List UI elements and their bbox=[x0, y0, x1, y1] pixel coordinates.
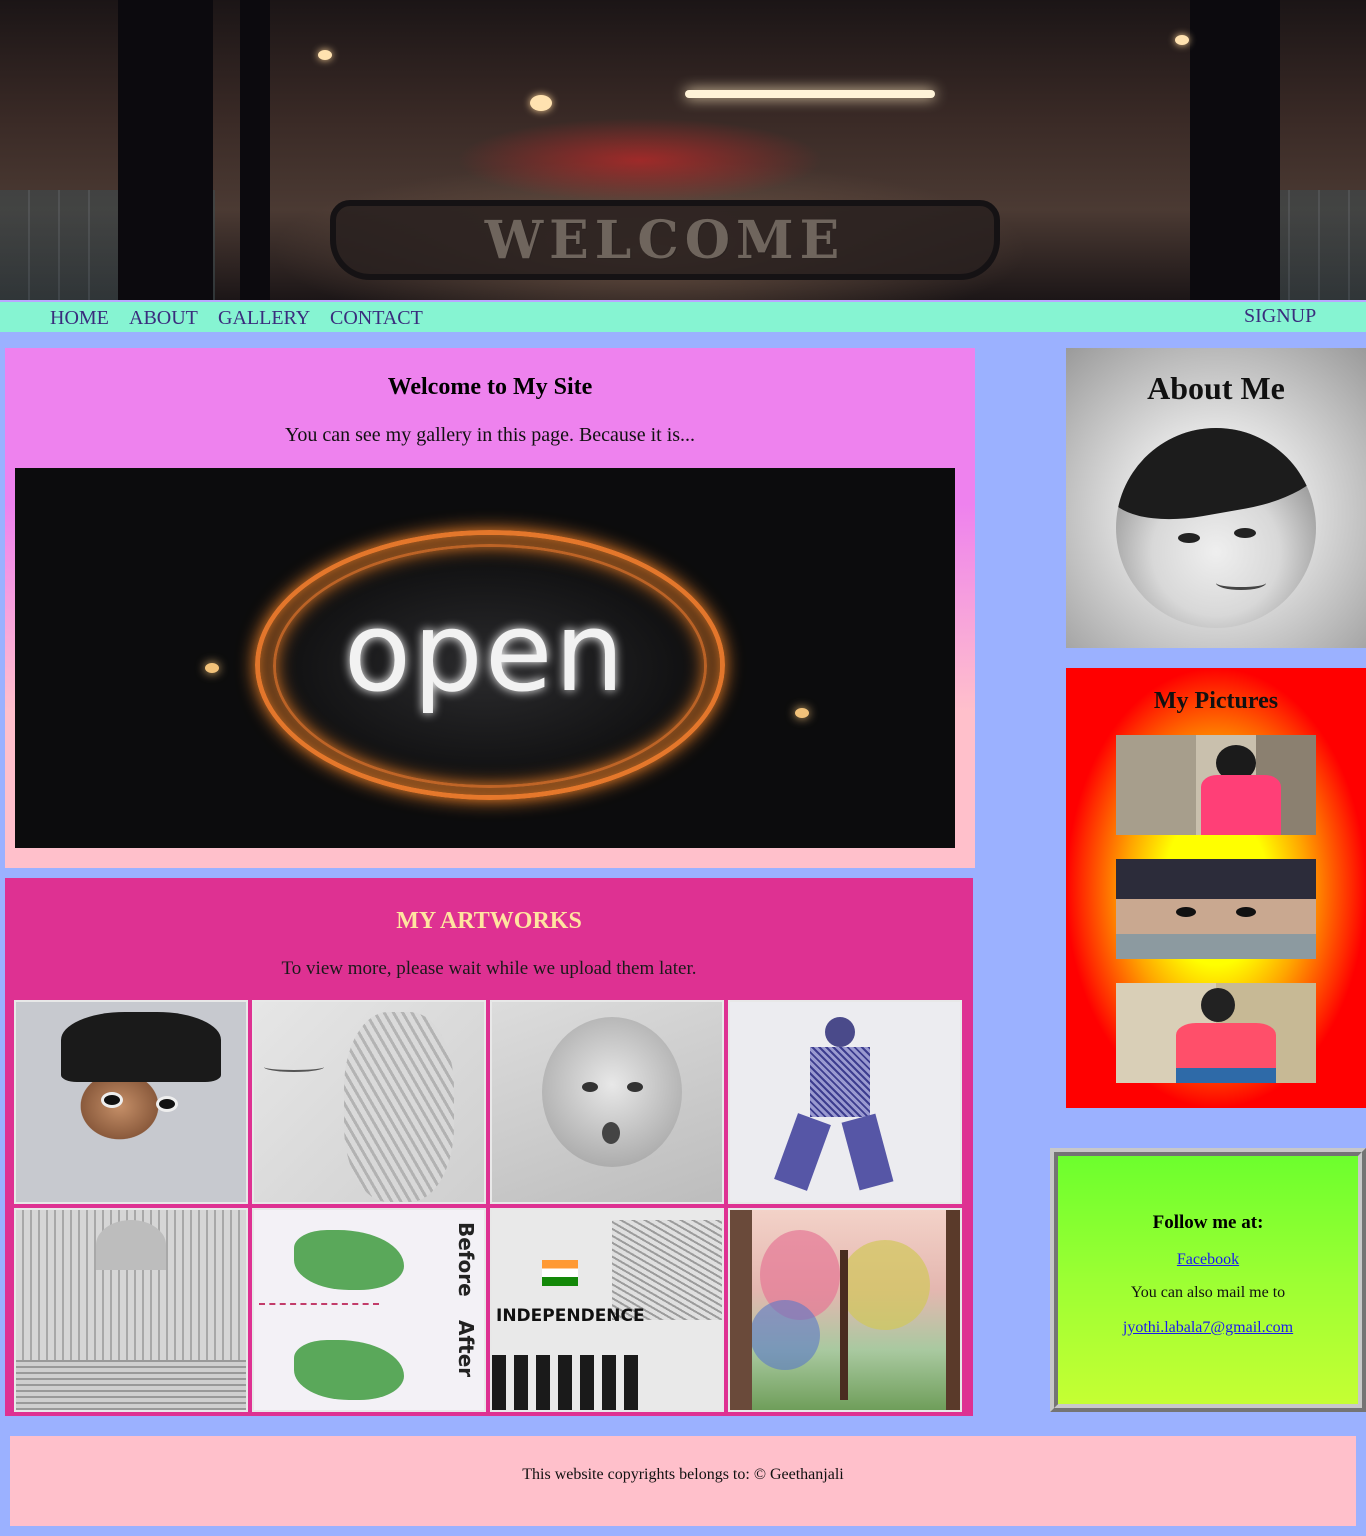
banner-light bbox=[1175, 35, 1189, 45]
image-light bbox=[205, 663, 219, 673]
artworks-title: MY ARTWORKS bbox=[396, 908, 582, 934]
artwork-caption-before: Before bbox=[454, 1222, 478, 1297]
header-banner-image: WELCOME bbox=[0, 0, 1366, 300]
nav-about-link[interactable]: ABOUT bbox=[129, 307, 198, 330]
artwork-palace-sketch[interactable] bbox=[14, 1208, 248, 1412]
artwork-blue-man-walking[interactable] bbox=[728, 1000, 962, 1204]
photo-3[interactable] bbox=[1116, 983, 1316, 1083]
nav-signup-link[interactable]: SIGNUP bbox=[1244, 305, 1316, 328]
facebook-row: Facebook bbox=[1058, 1251, 1358, 1269]
artwork-caption-independence: INDEPENDENCE bbox=[496, 1306, 645, 1326]
my-pictures-title: My Pictures bbox=[1153, 688, 1279, 714]
image-light bbox=[795, 708, 809, 718]
profile-avatar bbox=[1116, 428, 1316, 628]
artwork-independence-day[interactable]: INDEPENDENCE bbox=[490, 1208, 724, 1412]
facebook-link[interactable]: Facebook bbox=[1177, 1251, 1239, 1268]
artworks-text: To view more, please wait while we uploa… bbox=[281, 958, 697, 979]
banner-ceiling-light bbox=[685, 90, 935, 98]
nav-contact-link[interactable]: CONTACT bbox=[330, 307, 423, 330]
banner-pillar bbox=[118, 0, 213, 300]
photo-1[interactable] bbox=[1116, 735, 1316, 835]
mail-text: You can also mail me to bbox=[1130, 1284, 1286, 1301]
artwork-watercolor-trees[interactable] bbox=[728, 1208, 962, 1412]
welcome-text: You can see my gallery in this page. Bec… bbox=[284, 424, 696, 446]
open-neon-text: open bbox=[343, 588, 627, 716]
banner-pillar bbox=[240, 0, 270, 300]
footer: This website copyrights belongs to: © Ge… bbox=[10, 1436, 1356, 1526]
welcome-sign: WELCOME bbox=[330, 200, 1000, 280]
artwork-pencil-woman[interactable] bbox=[252, 1000, 486, 1204]
nav-gallery-link[interactable]: GALLERY bbox=[218, 307, 310, 330]
banner-light bbox=[318, 50, 332, 60]
footer-copyright: This website copyrights belongs to: © Ge… bbox=[522, 1466, 844, 1483]
welcome-title: Welcome to My Site bbox=[387, 374, 593, 400]
top-navigation: HOME ABOUT GALLERY CONTACT SIGNUP bbox=[0, 300, 1366, 332]
artwork-caption-after: After bbox=[454, 1320, 478, 1378]
about-me-section: About Me bbox=[1066, 348, 1366, 648]
banner-pillar bbox=[1190, 0, 1280, 300]
email-link[interactable]: jyothi.labala7@gmail.com bbox=[1123, 1319, 1293, 1336]
artwork-pencil-child[interactable] bbox=[490, 1000, 724, 1204]
about-me-title: About Me bbox=[1147, 370, 1285, 406]
email-row: jyothi.labala7@gmail.com bbox=[1058, 1319, 1358, 1337]
artwork-before-after-map[interactable]: Before After bbox=[252, 1208, 486, 1412]
banner-light bbox=[530, 95, 552, 111]
open-sign-image: open bbox=[15, 468, 955, 848]
artworks-section: MY ARTWORKS To view more, please wait wh… bbox=[5, 878, 973, 1416]
my-pictures-section: My Pictures bbox=[1066, 668, 1366, 1108]
welcome-sign-text: WELCOME bbox=[484, 209, 846, 271]
nav-home-link[interactable]: HOME bbox=[50, 307, 109, 330]
artwork-girl-painting[interactable] bbox=[14, 1000, 248, 1204]
follow-section: Follow me at: Facebook You can also mail… bbox=[1050, 1148, 1366, 1412]
follow-title: Follow me at: bbox=[1152, 1212, 1264, 1233]
photo-2[interactable] bbox=[1116, 859, 1316, 959]
welcome-section: Welcome to My Site You can see my galler… bbox=[5, 348, 975, 868]
